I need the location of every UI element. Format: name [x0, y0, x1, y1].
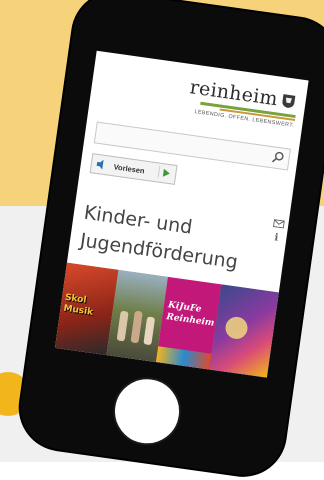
tile-text-3: KiJuFe Reinheim — [165, 300, 215, 329]
tile-colorful[interactable] — [209, 284, 279, 378]
mail-icon[interactable] — [272, 219, 285, 229]
info-icon[interactable]: i — [274, 232, 279, 243]
search-icon[interactable] — [271, 150, 286, 165]
logo-text: reinheim — [188, 76, 280, 111]
phone-illustration: reinheim LEBENDIG. OFFEN. LEBENSWERT. Vo… — [0, 0, 324, 480]
phone-body: reinheim LEBENDIG. OFFEN. LEBENSWERT. Vo… — [15, 0, 324, 480]
home-button[interactable] — [108, 372, 186, 450]
play-icon — [162, 168, 170, 177]
speaker-icon — [96, 159, 104, 170]
read-aloud-button[interactable]: Vorlesen — [89, 153, 178, 185]
phone-screen: reinheim LEBENDIG. OFFEN. LEBENSWERT. Vo… — [54, 50, 309, 378]
page-title: Kinder- und Jugendförderung — [78, 199, 264, 280]
image-tiles: Skol Musik KiJuFe Reinheim — [54, 262, 279, 378]
side-toolbar: i — [270, 219, 285, 244]
play-button[interactable] — [157, 165, 175, 180]
read-aloud-label: Vorlesen — [113, 161, 146, 176]
crest-icon — [282, 94, 296, 108]
